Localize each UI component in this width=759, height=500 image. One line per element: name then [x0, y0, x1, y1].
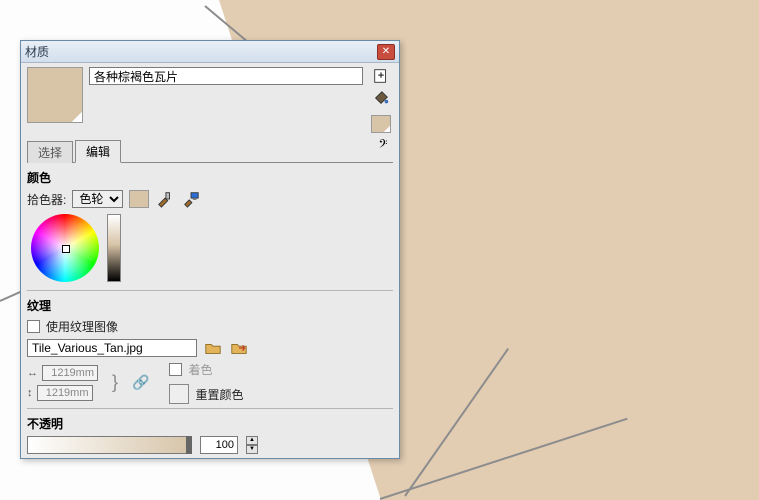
paint-bucket-icon: [372, 88, 390, 108]
texture-heading: 纹理: [27, 297, 393, 314]
color-wheel-cursor[interactable]: [62, 245, 70, 253]
opacity-heading: 不透明: [27, 415, 393, 432]
opacity-slider[interactable]: [27, 436, 192, 454]
opacity-value-input[interactable]: [200, 436, 238, 454]
reset-color-swatch[interactable]: [169, 384, 189, 404]
window-title: 材质: [25, 43, 377, 60]
texture-height-input[interactable]: [37, 385, 93, 401]
folder-arrow-icon: [230, 338, 248, 358]
close-icon: ✕: [382, 46, 390, 57]
aspect-brace-icon: }: [110, 372, 120, 393]
material-name-input[interactable]: [89, 67, 363, 85]
value-slider[interactable]: [107, 214, 137, 282]
brush-monitor-icon: [182, 189, 200, 209]
secondary-swatch[interactable]: [371, 115, 391, 133]
height-arrows-icon: ↕: [27, 387, 33, 399]
materials-window: 材质 ✕ 选择 编辑: [20, 40, 400, 459]
eyedropper-button[interactable]: 𝄢: [373, 136, 393, 154]
use-texture-checkbox[interactable]: [27, 320, 40, 333]
use-texture-label: 使用纹理图像: [46, 318, 118, 335]
eyedropper-icon: 𝄢: [378, 137, 387, 154]
width-arrows-icon: ↔: [27, 367, 38, 379]
edit-texture-button[interactable]: [229, 339, 249, 357]
color-heading: 颜色: [27, 169, 393, 186]
colorize-label: 着色: [188, 361, 212, 378]
create-material-button[interactable]: [371, 67, 391, 85]
folder-open-icon: [204, 338, 222, 358]
reset-color-label[interactable]: 重置颜色: [195, 386, 243, 403]
texture-file-input[interactable]: [27, 339, 197, 357]
plus-doc-icon: [372, 66, 390, 86]
tabs: 选择 编辑 𝄢: [27, 139, 393, 163]
brush-icon: [156, 189, 174, 209]
colorize-checkbox[interactable]: [169, 363, 182, 376]
material-swatch[interactable]: [27, 67, 83, 123]
opacity-slider-thumb[interactable]: [186, 436, 192, 454]
color-picker-select[interactable]: 色轮: [72, 190, 123, 208]
tab-select[interactable]: 选择: [27, 141, 73, 163]
tab-edit[interactable]: 编辑: [75, 140, 121, 163]
picker-label: 拾色器:: [27, 191, 66, 208]
match-screen-color-button[interactable]: [181, 190, 201, 208]
aspect-lock-button[interactable]: 🔗: [132, 374, 149, 391]
browse-texture-button[interactable]: [203, 339, 223, 357]
opacity-spin-down[interactable]: ▼: [246, 445, 258, 454]
texture-width-input[interactable]: [42, 365, 98, 381]
titlebar[interactable]: 材质 ✕: [21, 41, 399, 63]
current-color-swatch[interactable]: [129, 190, 149, 208]
close-button[interactable]: ✕: [377, 44, 395, 60]
paint-bucket-button[interactable]: [371, 89, 391, 107]
match-object-color-button[interactable]: [155, 190, 175, 208]
opacity-spin-up[interactable]: ▲: [246, 436, 258, 445]
color-wheel[interactable]: [31, 214, 99, 282]
